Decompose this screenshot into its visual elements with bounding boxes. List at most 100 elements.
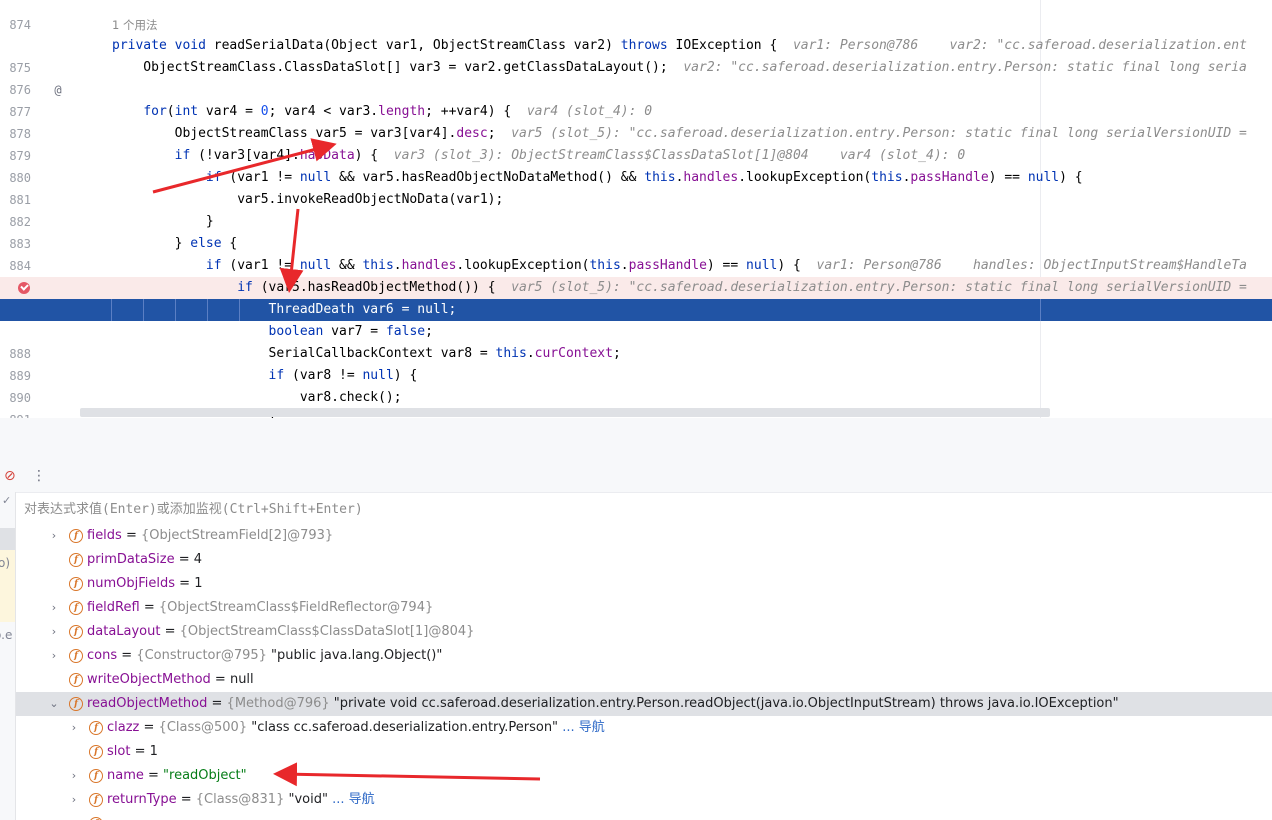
chevron-right-icon[interactable]: › — [48, 644, 60, 668]
variable-row[interactable]: › f returnType = {Class@831} "void" ... … — [16, 788, 1272, 812]
inline-debug-hint: var5 (slot_5): "cc.saferoad.deserializat… — [511, 280, 1247, 295]
variable-value: "class cc.saferoad.deserialization.entry… — [247, 720, 559, 735]
breakpoint-check-icon[interactable] — [18, 282, 30, 294]
field-icon: f — [69, 625, 83, 639]
field-icon: f — [89, 793, 103, 807]
field-icon: f — [89, 745, 103, 759]
code-line-890[interactable]: 890 if (var8 != null) { — [0, 365, 1272, 405]
chevron-right-icon[interactable]: › — [48, 620, 60, 644]
field-icon: f — [69, 529, 83, 543]
variable-row[interactable]: f numObjFields = 1 — [16, 572, 1272, 596]
line-number: 874 — [9, 18, 31, 32]
inline-debug-hint: var2: "cc.saferoad.deserialization.entry… — [683, 60, 1247, 75]
field-icon: f — [89, 721, 103, 735]
field-icon: f — [69, 697, 83, 711]
navigate-link[interactable]: ... 导航 — [562, 720, 605, 735]
variable-row[interactable]: f writeObjectMethod = null — [16, 668, 1272, 692]
variable-row-selected[interactable]: ⌄ f readObjectMethod = {Method@796} "pri… — [16, 692, 1272, 716]
variable-name: dataLayout — [87, 624, 161, 639]
variable-row[interactable]: › f name = "readObject" — [16, 764, 1272, 788]
current-execution-line[interactable]: 887 ThreadDeath var6 = null; — [0, 299, 1272, 339]
variable-row[interactable]: › f fieldRefl = {ObjectStreamClass$Field… — [16, 596, 1272, 620]
variable-row[interactable]: › f clazz = {Class@500} "class cc.safero… — [16, 716, 1272, 740]
code-line-875[interactable]: 875 @ private void readSerialData(Object… — [0, 35, 1272, 97]
chevron-right-icon[interactable]: › — [48, 524, 60, 548]
field-icon: f — [69, 601, 83, 615]
variable-row[interactable]: › f cons = {Constructor@795} "public jav… — [16, 644, 1272, 668]
chevron-down-icon[interactable]: ⌄ — [48, 692, 60, 716]
frame-selected[interactable] — [0, 528, 15, 550]
variable-name: readObjectMethod — [87, 696, 208, 711]
variable-value: 1 — [149, 744, 158, 759]
method-signature: readSerialData(Object var1, ObjectStream… — [213, 38, 778, 53]
usage-hint[interactable]: 1 个用法 — [112, 14, 157, 36]
variable-ref: {Class@500} — [158, 720, 248, 735]
field-icon: f — [89, 769, 103, 783]
check-icon[interactable]: ✓ — [2, 494, 11, 507]
chevron-right-icon[interactable]: › — [48, 596, 60, 620]
variable-ref: {ObjectStreamClass$FieldReflector@794} — [158, 600, 434, 615]
code-line-876[interactable]: 876 ObjectStreamClass.ClassDataSlot[] va… — [0, 57, 1272, 97]
code-line-882[interactable]: 882 var5.invokeReadObjectNoData(var1); — [0, 189, 1272, 229]
chevron-right-icon[interactable]: › — [68, 788, 80, 812]
more-options-icon[interactable]: ⋮ — [32, 468, 46, 484]
field-icon: f — [69, 649, 83, 663]
variable-name: slot — [107, 744, 131, 759]
breakpoint-line[interactable]: if (var5.hasReadObjectMethod()) { var5 (… — [0, 277, 1272, 299]
frame-text-fragment: o) — [0, 556, 11, 570]
evaluate-expression-input[interactable] — [16, 497, 1272, 521]
variable-ref: {Constructor@795} — [136, 648, 267, 663]
variable-value: "void" — [284, 792, 328, 807]
inline-debug-hint: var1: Person@786 handles: ObjectInputStr… — [816, 258, 1247, 273]
variable-value: 1 — [194, 576, 203, 591]
inline-debug-hint: var1: Person@786 var2: "cc.saferoad.dese… — [792, 38, 1247, 53]
horizontal-scrollbar[interactable] — [80, 408, 1050, 417]
variable-name: writeObjectMethod — [87, 672, 211, 687]
chevron-right-icon[interactable]: › — [68, 764, 80, 788]
code-line-874[interactable]: 874 — [0, 0, 1272, 32]
variable-value: null — [229, 672, 254, 687]
usage-hint-line: 1 个用法 — [0, 14, 1272, 36]
variable-value: "readObject" — [163, 768, 247, 783]
variable-name: numObjFields — [87, 576, 176, 591]
code-line-889[interactable]: 889 SerialCallbackContext var8 = this.cu… — [0, 343, 1272, 383]
chevron-right-icon[interactable]: › — [68, 716, 80, 740]
variables-tree[interactable]: › f fields = {ObjectStreamField[2]@793} … — [16, 524, 1272, 820]
variable-name: cons — [87, 648, 118, 663]
frame-text-fragment: o.e — [0, 628, 13, 642]
variable-name: primDataSize — [87, 552, 175, 567]
variable-row[interactable]: f primDataSize = 4 — [16, 548, 1272, 572]
variable-row[interactable]: › f dataLayout = {ObjectStreamClass$Clas… — [16, 620, 1272, 644]
code-line-877[interactable]: 877 — [0, 79, 1272, 119]
code-line-878[interactable]: 878 for(int var4 = 0; var4 < var3.length… — [0, 101, 1272, 141]
variable-value: "private void cc.saferoad.deserializatio… — [329, 696, 1119, 711]
mute-breakpoints-icon[interactable]: ⊘ — [4, 468, 16, 484]
code-editor[interactable]: 1 个用法 874 875 @ private void readSerialD… — [0, 0, 1272, 418]
field-icon: f — [69, 673, 83, 687]
variable-row[interactable]: f — [16, 812, 1272, 820]
navigate-link[interactable]: ... 导航 — [332, 792, 375, 807]
code-line-880[interactable]: 880 if (!var3[var4].hasData) { var3 (slo… — [0, 145, 1272, 185]
variable-ref: {ObjectStreamField[2]@793} — [141, 528, 334, 543]
debugger-toolbar: ⊘ ⋮ — [0, 464, 1272, 493]
variable-row[interactable]: f slot = 1 — [16, 740, 1272, 764]
variable-value: 4 — [193, 552, 203, 567]
variable-name: fields — [87, 528, 122, 543]
debugger-header-area — [0, 418, 1272, 464]
code-line-879[interactable]: 879 ObjectStreamClass var5 = var3[var4].… — [0, 123, 1272, 163]
code-line-883[interactable]: 883 } — [0, 211, 1272, 251]
code-line-888[interactable]: 888 boolean var7 = false; — [0, 321, 1272, 361]
variable-name: name — [107, 768, 144, 783]
variable-row[interactable]: › f fields = {ObjectStreamField[2]@793} — [16, 524, 1272, 548]
variable-ref: {Method@796} — [226, 696, 330, 711]
indent-guide — [1040, 299, 1041, 321]
code-line-891[interactable]: 891 var8.check(); — [0, 387, 1272, 418]
variable-name: clazz — [107, 720, 140, 735]
field-icon: f — [69, 553, 83, 567]
code-line-881[interactable]: 881 if (var1 != null && var5.hasReadObje… — [0, 167, 1272, 207]
variable-name: returnType — [107, 792, 177, 807]
code-line-884[interactable]: 884 } else { — [0, 233, 1272, 273]
variable-value: "public java.lang.Object()" — [266, 648, 443, 663]
field-icon: f — [69, 577, 83, 591]
code-line-885[interactable]: 885 if (var1 != null && this.handles.loo… — [0, 255, 1272, 295]
